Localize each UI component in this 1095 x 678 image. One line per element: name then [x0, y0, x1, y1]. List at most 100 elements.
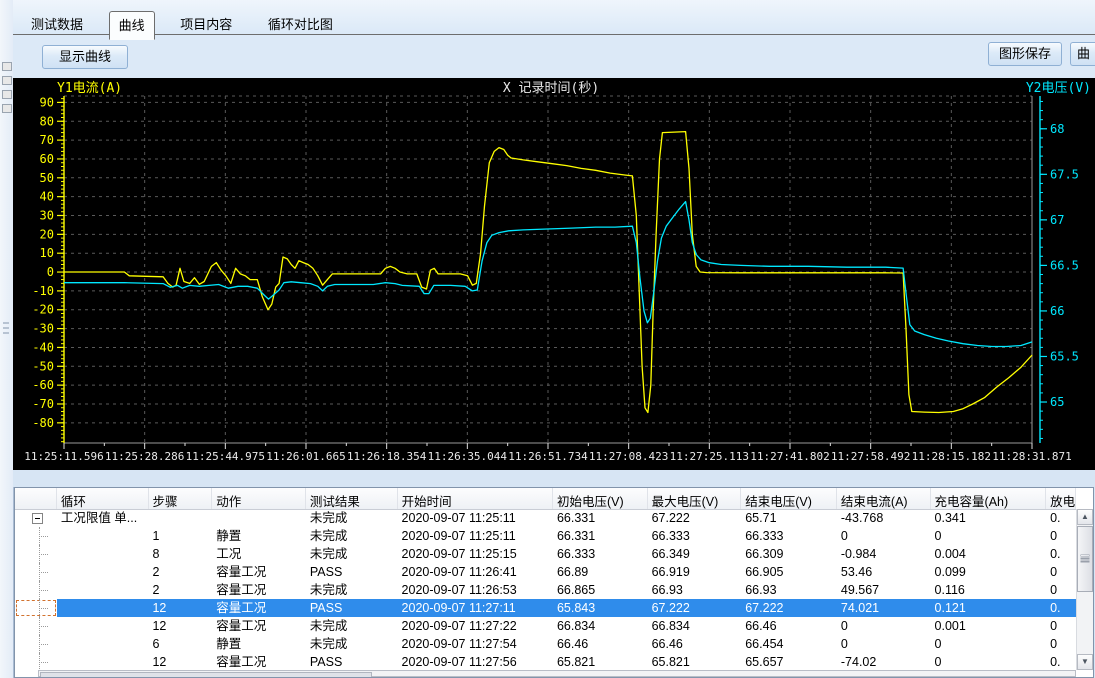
- table-cell: 0: [837, 635, 931, 653]
- table-cell: 0: [931, 653, 1047, 670]
- horizontal-splitter[interactable]: [13, 470, 1095, 487]
- x-tick-label: 11:27:08.423: [589, 450, 668, 463]
- clipped-curve-settings-button[interactable]: 曲: [1070, 42, 1095, 66]
- table-cell: PASS: [306, 653, 398, 670]
- y1-tick-label: -50: [32, 359, 54, 373]
- splitter-grip-dot: [3, 327, 9, 329]
- table-cell: [57, 635, 149, 653]
- table-cell: 53.46: [837, 563, 931, 581]
- x-tick-label: 11:25:44.975: [186, 450, 265, 463]
- table-header-row: 循环步骤动作测试结果开始时间初始电压(V)最大电压(V)结束电压(V)结束电流(…: [15, 488, 1076, 510]
- tree-collapse-icon[interactable]: [15, 509, 57, 527]
- tree-branch: [15, 545, 57, 563]
- table-cell: 0: [1046, 635, 1076, 653]
- table-row[interactable]: 8工况未完成2020-09-07 11:25:1566.33366.34966.…: [15, 545, 1076, 563]
- table-cell: 2020-09-07 11:25:11: [398, 527, 553, 545]
- table-cell: [57, 581, 149, 599]
- splitter-grip-dot: [3, 332, 9, 334]
- table-cell: 2020-09-07 11:26:53: [398, 581, 553, 599]
- table-header-3[interactable]: 动作: [212, 488, 306, 509]
- table-cell: 66.93: [741, 581, 837, 599]
- tab-cycle-comparison[interactable]: 循环对比图: [258, 11, 343, 37]
- tab-test-data[interactable]: 测试数据: [21, 11, 93, 37]
- tab-curve[interactable]: 曲线: [109, 11, 155, 40]
- table-header-9[interactable]: 结束电流(A): [837, 488, 931, 509]
- table-header-5[interactable]: 开始时间: [398, 488, 553, 509]
- table-cell: 66.89: [553, 563, 648, 581]
- table-cell: 66.333: [553, 545, 648, 563]
- left-panel-fragment: [2, 104, 12, 113]
- y1-tick-label: -20: [32, 303, 54, 317]
- table-cell: 静置: [212, 635, 306, 653]
- table-cell: 2: [148, 563, 212, 581]
- table-header-6[interactable]: 初始电压(V): [553, 488, 648, 509]
- horizontal-scrollbar-thumb[interactable]: [40, 672, 372, 678]
- table-header-2[interactable]: 步骤: [149, 488, 213, 509]
- table-row[interactable]: 2容量工况未完成2020-09-07 11:26:5366.86566.9366…: [15, 581, 1076, 599]
- save-graph-button[interactable]: 图形保存: [988, 42, 1062, 66]
- y1-tick-label: 50: [40, 171, 54, 185]
- table-cell: [57, 545, 149, 563]
- y1-tick-label: 60: [40, 152, 54, 166]
- x-tick-label: 11:25:28.286: [105, 450, 184, 463]
- show-curve-button[interactable]: 显示曲线: [42, 45, 128, 69]
- x-tick-label: 11:26:51.734: [508, 450, 588, 463]
- table-cell: 6: [148, 635, 212, 653]
- table-cell: 0.121: [931, 599, 1047, 617]
- table-row[interactable]: 6静置未完成2020-09-07 11:27:5466.4666.4666.45…: [15, 635, 1076, 653]
- curve-page: 测试数据 曲线 项目内容 循环对比图 显示曲线 图形保存 曲 908070605…: [13, 0, 1095, 678]
- table-cell: [57, 599, 149, 617]
- table-cell: 66.333: [741, 527, 837, 545]
- table-cell: 0.: [1046, 545, 1076, 563]
- x-tick-label: 11:27:25.113: [670, 450, 749, 463]
- table-header-11[interactable]: 放电容: [1046, 488, 1076, 509]
- scrollbar-thumb[interactable]: [1077, 526, 1093, 592]
- left-panel-fragment: [2, 90, 12, 99]
- table-header-10[interactable]: 充电容量(Ah): [931, 488, 1047, 509]
- table-row[interactable]: 12容量工况未完成2020-09-07 11:27:2266.83466.834…: [15, 617, 1076, 635]
- table-cell: 0: [1046, 581, 1076, 599]
- table-header-1[interactable]: 循环: [57, 488, 149, 509]
- table-cell: 66.46: [648, 635, 742, 653]
- table-header-8[interactable]: 结束电压(V): [741, 488, 837, 509]
- table-row[interactable]: 1静置未完成2020-09-07 11:25:1166.33166.33366.…: [15, 527, 1076, 545]
- table-row[interactable]: 12容量工况PASS2020-09-07 11:27:5665.82165.82…: [15, 653, 1076, 670]
- vertical-scrollbar[interactable]: ▲ ▼: [1076, 509, 1093, 670]
- x-tick-label: 11:28:15.182: [912, 450, 991, 463]
- y2-tick-label: 67.5: [1050, 167, 1079, 181]
- y2-tick-label: 67: [1050, 213, 1064, 227]
- table-cell: 0: [1046, 617, 1076, 635]
- table-cell: 8: [148, 545, 212, 563]
- horizontal-scrollbar[interactable]: [38, 670, 1076, 677]
- table-cell: 67.222: [648, 509, 742, 527]
- table-row[interactable]: 2容量工况PASS2020-09-07 11:26:4166.8966.9196…: [15, 563, 1076, 581]
- y1-tick-label: -10: [32, 284, 54, 298]
- table-cell: 66.834: [648, 617, 742, 635]
- table-cell: 66.905: [741, 563, 837, 581]
- table-cell: 未完成: [306, 617, 398, 635]
- table-cell: [148, 509, 212, 527]
- table-cell: 容量工况: [212, 653, 306, 670]
- table-cell: 65.657: [741, 653, 837, 670]
- tree-branch: [15, 653, 57, 670]
- tab-project-content[interactable]: 项目内容: [170, 11, 242, 37]
- table-cell: 67.222: [648, 599, 742, 617]
- left-panel-fragment: [2, 62, 12, 71]
- table-cell: 工况限值 单...: [57, 509, 149, 527]
- table-cell: 65.821: [553, 653, 648, 670]
- scroll-up-icon[interactable]: ▲: [1077, 509, 1093, 525]
- y1-tick-label: 0: [47, 265, 54, 279]
- table-header-tree: [15, 488, 57, 509]
- table-cell: [57, 653, 149, 670]
- table-cell: 0: [1046, 527, 1076, 545]
- table-row[interactable]: 工况限值 单...未完成2020-09-07 11:25:1166.33167.…: [15, 509, 1076, 527]
- table-row-selected[interactable]: 12容量工况PASS2020-09-07 11:27:1165.84367.22…: [15, 599, 1076, 617]
- table-header-4[interactable]: 测试结果: [306, 488, 398, 509]
- y1-tick-label: 10: [40, 246, 54, 260]
- y2-tick-label: 66: [1050, 304, 1064, 318]
- y1-tick-label: 70: [40, 133, 54, 147]
- table-header-7[interactable]: 最大电压(V): [648, 488, 742, 509]
- tree-branch: [15, 599, 57, 617]
- scroll-down-icon[interactable]: ▼: [1077, 654, 1093, 670]
- table-cell: 0.001: [931, 617, 1047, 635]
